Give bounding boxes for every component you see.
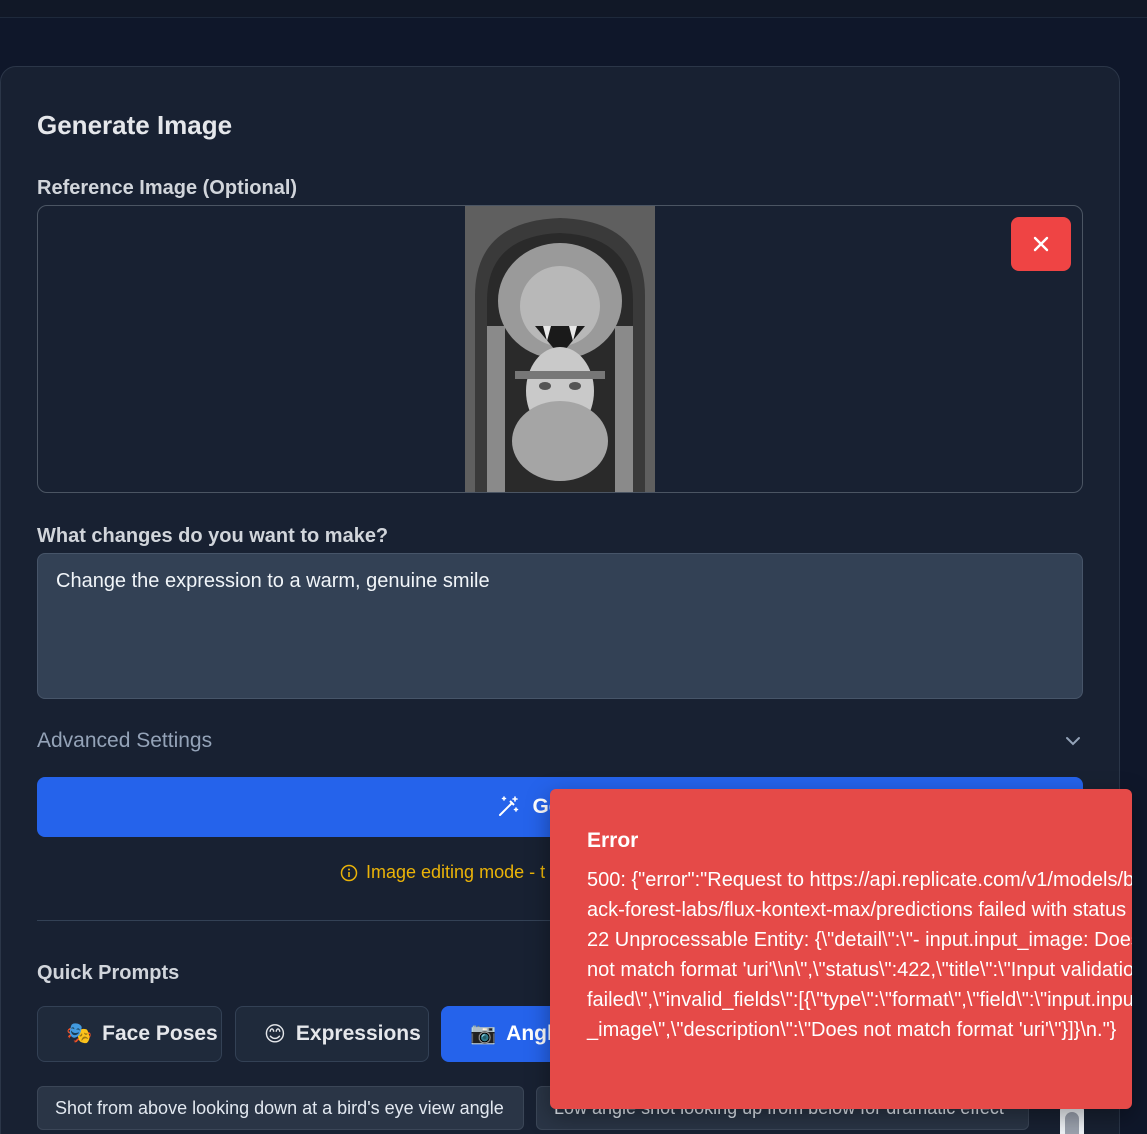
editing-mode-hint: Image editing mode - t [340, 862, 545, 883]
advanced-settings-toggle[interactable]: Advanced Settings [37, 726, 1083, 756]
error-toast: Error 500: {"error":"Request to https://… [550, 789, 1132, 1109]
statue-image [465, 206, 655, 492]
remove-image-button[interactable] [1011, 217, 1071, 271]
tab-label: Expressions [295, 1022, 421, 1045]
theater-masks-icon: 🎭 [66, 1022, 93, 1045]
close-icon [1033, 236, 1049, 252]
prompt-input[interactable]: Change the expression to a warm, genuine… [37, 553, 1083, 699]
camera-icon: 📷 [470, 1022, 497, 1045]
page-title: Generate Image [37, 110, 233, 140]
quick-prompts-label: Quick Prompts [37, 962, 180, 984]
advanced-settings-label: Advanced Settings [37, 729, 213, 752]
toast-title: Error [587, 829, 639, 852]
scrollbar-thumb[interactable] [1060, 1106, 1084, 1134]
magic-wand-icon [499, 796, 519, 816]
hint-text: Image editing mode - t [366, 862, 546, 882]
tab-face-poses[interactable]: 🎭 Face Poses [37, 1006, 222, 1062]
reference-image [465, 206, 655, 492]
reference-image-label: Reference Image (Optional) [37, 177, 298, 199]
top-bar [0, 0, 1147, 18]
quick-prompt-chip[interactable]: Shot from above looking down at a bird's… [37, 1086, 524, 1130]
info-icon [340, 864, 358, 881]
prompt-label: What changes do you want to make? [37, 525, 389, 547]
tab-label: Face Poses [102, 1022, 218, 1045]
toast-message: 500: {"error":"Request to https://api.re… [587, 869, 1132, 1041]
tab-expressions[interactable]: 😊 Expressions [235, 1006, 429, 1062]
smile-icon: 😊 [264, 1022, 286, 1046]
reference-image-dropzone[interactable] [37, 205, 1083, 493]
chevron-down-icon [1066, 737, 1080, 746]
